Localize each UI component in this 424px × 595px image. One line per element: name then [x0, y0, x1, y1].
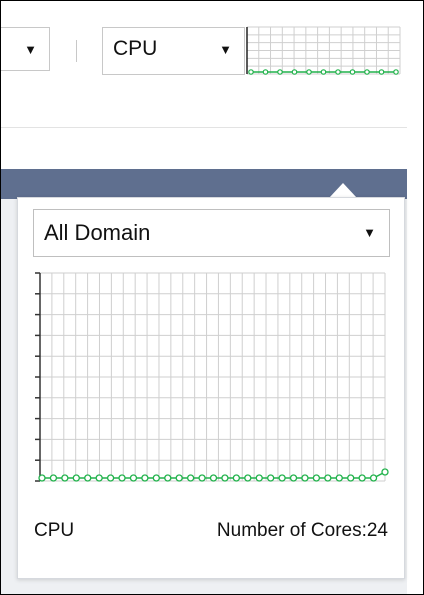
data-point: [72, 474, 80, 482]
data-point: [38, 474, 46, 482]
domain-select-value: All Domain: [44, 220, 151, 245]
data-point: [324, 474, 332, 482]
cpu-sparkline-button[interactable]: [245, 26, 405, 76]
data-point: [84, 474, 92, 482]
data-point: [291, 69, 298, 75]
data-point: [175, 474, 183, 482]
data-point: [255, 474, 263, 482]
data-point: [369, 474, 378, 482]
data-point: [152, 474, 160, 482]
data-point: [186, 474, 195, 482]
chevron-down-icon: ▼: [363, 225, 376, 240]
chevron-down-icon: ▼: [24, 42, 37, 57]
data-point: [320, 69, 327, 75]
data-point: [198, 474, 206, 482]
data-point: [248, 69, 254, 75]
data-point: [381, 468, 389, 476]
cores-count: Number of Cores:24: [216, 520, 388, 541]
metric-select-value: CPU: [113, 37, 158, 60]
data-point: [221, 474, 229, 482]
data-point: [301, 474, 309, 482]
popover-caret: [329, 183, 357, 198]
data-point: [289, 474, 298, 482]
data-point: [364, 69, 370, 75]
data-point: [335, 474, 343, 482]
scope-select[interactable]: ▼: [1, 27, 50, 71]
data-point: [129, 474, 138, 482]
data-point: [349, 69, 356, 75]
data-point: [164, 474, 172, 482]
data-point: [277, 69, 283, 75]
toolbar-separator: [76, 40, 77, 62]
data-point: [378, 69, 385, 75]
data-point: [95, 474, 103, 482]
data-point: [61, 474, 69, 482]
data-point: [244, 474, 252, 482]
data-point: [106, 474, 115, 482]
data-point: [393, 69, 399, 75]
data-point: [267, 474, 275, 482]
data-point: [141, 474, 149, 482]
domain-select[interactable]: All Domain ▼: [33, 209, 390, 257]
metric-select[interactable]: CPU ▼: [102, 27, 245, 75]
screenshot-frame: ▼ CPU ▼ All Domain ▼ CPU Number of Cores…: [0, 0, 424, 595]
data-point: [335, 69, 341, 75]
data-point: [49, 474, 58, 482]
cpu-popover: All Domain ▼ CPU Number of Cores:24: [17, 197, 405, 579]
data-point: [118, 474, 126, 482]
toolbar-divider: [1, 127, 407, 128]
data-point: [358, 474, 366, 482]
data-point: [312, 474, 321, 482]
data-point: [262, 69, 269, 75]
data-point: [278, 474, 286, 482]
cpu-usage-chart: [35, 272, 389, 482]
data-point: [306, 69, 312, 75]
chevron-down-icon: ▼: [219, 42, 232, 57]
data-point: [232, 474, 241, 482]
data-point: [209, 474, 218, 482]
metric-label: CPU: [34, 520, 75, 541]
data-point: [347, 474, 355, 482]
